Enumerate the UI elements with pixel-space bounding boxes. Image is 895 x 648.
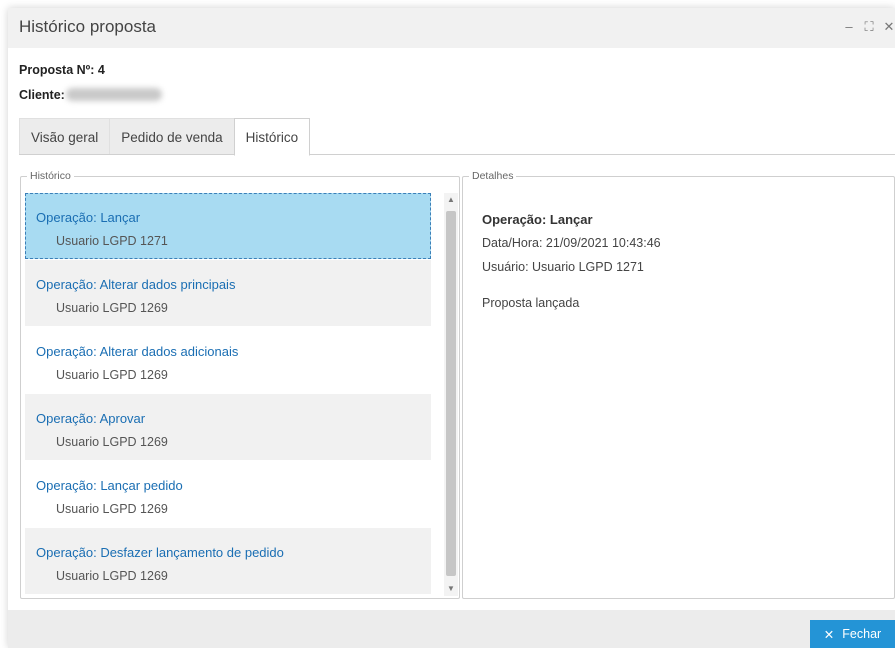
scroll-up-icon[interactable]: ▲ bbox=[444, 193, 458, 207]
list-item[interactable]: Operação: Aprovar Usuario LGPD 1269 bbox=[25, 394, 431, 460]
list-item-user: Usuario LGPD 1269 bbox=[56, 502, 168, 516]
tab-historico[interactable]: Histórico bbox=[233, 118, 311, 156]
list-item-operation: Operação: Alterar dados adicionais bbox=[36, 344, 239, 359]
detail-datetime: Data/Hora: 21/09/2021 10:43:46 bbox=[482, 236, 661, 250]
dialog-footer: ✕ Fechar bbox=[8, 610, 895, 648]
list-item-user: Usuario LGPD 1269 bbox=[56, 368, 168, 382]
proposta-info: Proposta Nº: 4 bbox=[19, 63, 105, 77]
proposta-number: 4 bbox=[97, 63, 105, 77]
detail-description: Proposta lançada bbox=[482, 296, 580, 310]
list-item[interactable]: Operação: Desfazer lançamento de pedido … bbox=[25, 528, 431, 594]
list-item-operation: Operação: Aprovar bbox=[36, 411, 146, 426]
maximize-icon[interactable]: ⛶ bbox=[863, 19, 875, 35]
historico-legend: Histórico bbox=[27, 170, 74, 182]
cliente-value-redacted bbox=[66, 88, 162, 101]
list-item[interactable]: Operação: Lançar Usuario LGPD 1271 bbox=[25, 193, 431, 259]
detalhes-group: Detalhes Operação: Lançar Data/Hora: 21/… bbox=[462, 170, 895, 599]
list-item[interactable]: Operação: Alterar dados adicionais Usuar… bbox=[25, 327, 431, 393]
proposta-label: Proposta Nº: bbox=[19, 63, 95, 77]
list-item-user: Usuario LGPD 1269 bbox=[56, 435, 168, 449]
cliente-label: Cliente: bbox=[19, 88, 65, 102]
list-item-user: Usuario LGPD 1271 bbox=[56, 234, 168, 248]
historico-list[interactable]: Operação: Lançar Usuario LGPD 1271 Opera… bbox=[25, 193, 431, 596]
detail-operation: Operação: Lançar bbox=[482, 212, 593, 227]
close-icon[interactable]: ✕ bbox=[883, 19, 895, 35]
title-bar[interactable]: Histórico proposta – ⛶ ✕ bbox=[8, 8, 895, 48]
detalhes-legend: Detalhes bbox=[469, 170, 517, 182]
list-item[interactable]: Operação: Alterar dados principais Usuar… bbox=[25, 260, 431, 326]
list-item-operation: Operação: Lançar pedido bbox=[36, 478, 183, 493]
list-item-user: Usuario LGPD 1269 bbox=[56, 301, 168, 315]
tab-divider bbox=[19, 154, 895, 155]
tab-strip: Visão geral Pedido de venda Histórico bbox=[19, 118, 311, 156]
tab-visao-geral[interactable]: Visão geral bbox=[19, 118, 110, 155]
dialog-title: Histórico proposta bbox=[19, 17, 157, 36]
scroll-down-icon[interactable]: ▼ bbox=[444, 582, 458, 596]
list-item-user: Usuario LGPD 1269 bbox=[56, 569, 168, 583]
cliente-info: Cliente: bbox=[19, 88, 65, 102]
list-item[interactable]: Operação: Lançar pedido Usuario LGPD 126… bbox=[25, 461, 431, 527]
list-item-operation: Operação: Alterar dados principais bbox=[36, 277, 236, 292]
historico-scrollbar[interactable]: ▲ ▼ bbox=[444, 193, 458, 596]
detail-user: Usuário: Usuario LGPD 1271 bbox=[482, 260, 644, 274]
tab-pedido-de-venda[interactable]: Pedido de venda bbox=[109, 118, 234, 155]
list-item-operation: Operação: Lançar bbox=[36, 210, 141, 225]
window-controls: – ⛶ ✕ bbox=[843, 19, 895, 35]
scrollbar-thumb[interactable] bbox=[446, 211, 456, 576]
list-item-operation: Operação: Desfazer lançamento de pedido bbox=[36, 545, 284, 560]
close-icon: ✕ bbox=[823, 627, 835, 642]
history-dialog: Histórico proposta – ⛶ ✕ Proposta Nº: 4 … bbox=[8, 8, 895, 648]
fechar-label: Fechar bbox=[842, 627, 882, 641]
fechar-button[interactable]: ✕ Fechar bbox=[810, 620, 895, 648]
minimize-icon[interactable]: – bbox=[843, 19, 855, 35]
historico-group: Histórico Operação: Lançar Usuario LGPD … bbox=[20, 170, 460, 599]
